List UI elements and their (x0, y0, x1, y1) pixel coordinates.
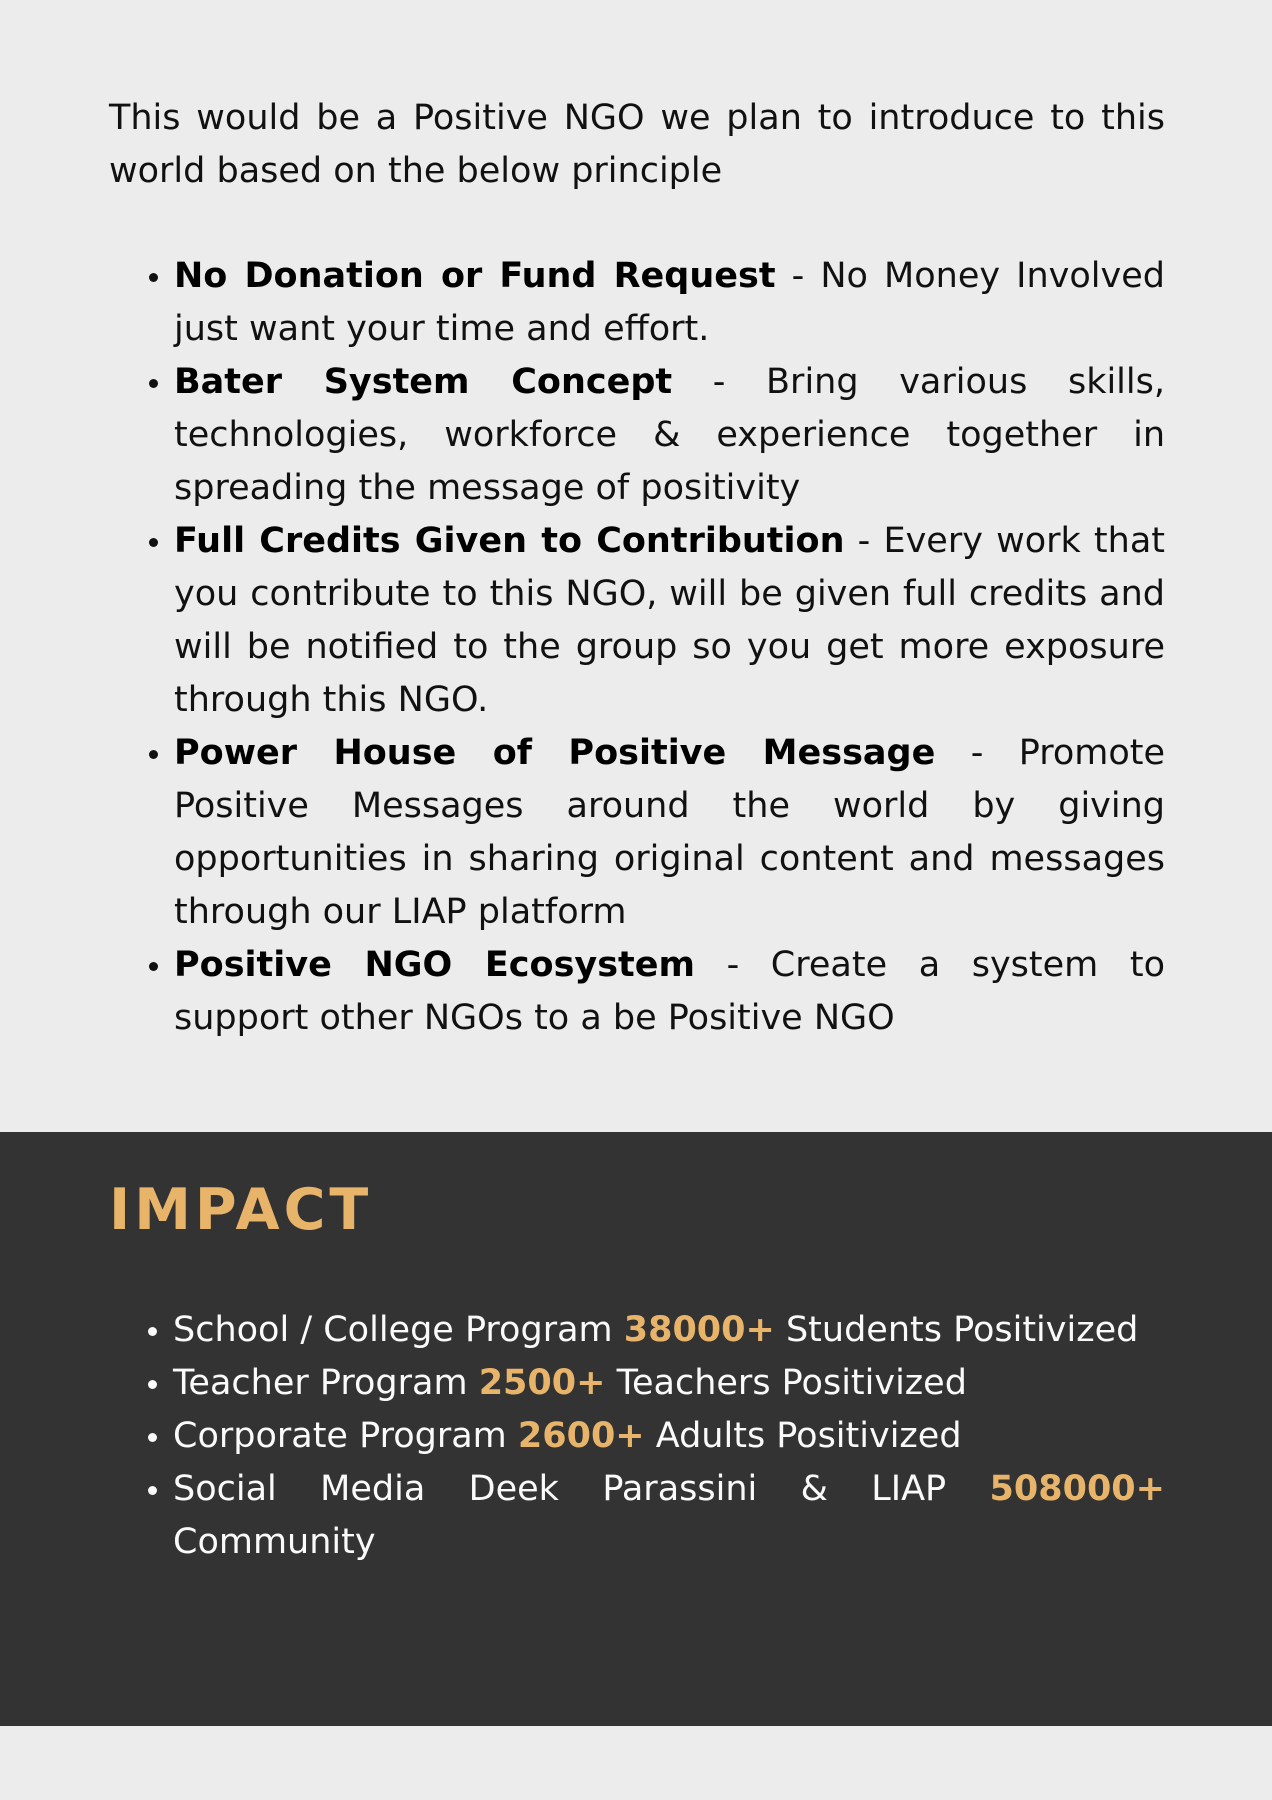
impact-item-text: Teachers Positivized (605, 1363, 967, 1403)
principle-item: Bater System Concept - Bring various ski… (174, 356, 1165, 515)
principle-title: Full Credits Given to Contribution (174, 521, 845, 561)
page: This would be a Positive NGO we plan to … (0, 0, 1272, 1800)
impact-item: Corporate Program 2600+ Adults Positiviz… (173, 1410, 1165, 1463)
impact-number: 508000+ (989, 1469, 1165, 1509)
impact-number: 38000+ (623, 1310, 775, 1350)
principles-section: This would be a Positive NGO we plan to … (0, 0, 1272, 1132)
bottom-margin (0, 1726, 1272, 1800)
impact-number: 2500+ (478, 1363, 606, 1403)
impact-heading: IMPACT (109, 1177, 373, 1243)
intro-paragraph: This would be a Positive NGO we plan to … (109, 98, 1165, 191)
principles-list: No Donation or Fund Request - No Money I… (109, 250, 1165, 1045)
principle-item: Positive NGO Ecosystem - Create a system… (174, 939, 1165, 1045)
principle-title: Power House of Positive Message (174, 733, 936, 773)
impact-item-text: Teacher Program (173, 1363, 479, 1403)
principle-title: Bater System Concept (174, 362, 673, 402)
principle-title: No Donation or Fund Request (174, 256, 776, 296)
impact-item-text: School / College Program (173, 1310, 624, 1350)
principle-item: Full Credits Given to Contribution - Eve… (174, 515, 1165, 727)
impact-list: School / College Program 38000+ Students… (109, 1304, 1165, 1569)
impact-item: Teacher Program 2500+ Teachers Positiviz… (173, 1357, 1165, 1410)
impact-item: Social Media Deek Parassini & LIAP 50800… (173, 1463, 1165, 1569)
impact-section: IMPACT School / College Program 38000+ S… (0, 1132, 1272, 1726)
impact-item-text: Students Positivized (774, 1310, 1139, 1350)
impact-item-text: Adults Positivized (644, 1416, 962, 1456)
impact-number: 2600+ (517, 1416, 645, 1456)
impact-item-text: Corporate Program (173, 1416, 518, 1456)
principle-item: No Donation or Fund Request - No Money I… (174, 250, 1165, 356)
impact-item-text: Social Media Deek Parassini & LIAP (173, 1469, 990, 1509)
principle-item: Power House of Positive Message - Promot… (174, 727, 1165, 939)
impact-item: School / College Program 38000+ Students… (173, 1304, 1165, 1357)
principle-title: Positive NGO Ecosystem (174, 945, 695, 985)
impact-item-text: Community (173, 1522, 376, 1562)
